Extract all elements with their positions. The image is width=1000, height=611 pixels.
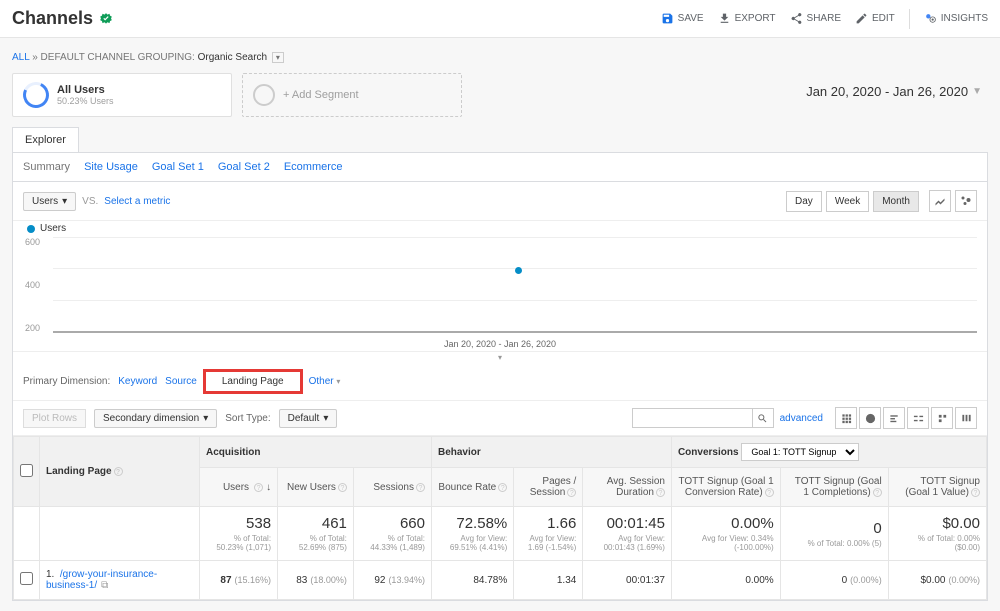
segment-donut-icon xyxy=(19,78,52,111)
table-row: 1. /grow-your-insurance-business-1/⧉ 87(… xyxy=(14,561,987,600)
breadcrumb-all[interactable]: ALL xyxy=(12,52,29,63)
granularity-month[interactable]: Month xyxy=(873,191,919,212)
col-users[interactable]: Users? ↓ xyxy=(200,468,278,507)
granularity-day[interactable]: Day xyxy=(786,191,822,212)
subtab-ecommerce[interactable]: Ecommerce xyxy=(284,161,343,173)
advanced-link[interactable]: advanced xyxy=(780,413,823,424)
data-table: Landing Page? Acquisition Behavior Conve… xyxy=(13,436,987,600)
add-segment-button[interactable]: + Add Segment xyxy=(242,73,462,117)
breadcrumb-dropdown-icon[interactable]: ▾ xyxy=(272,52,284,63)
view-bar-icon[interactable] xyxy=(883,407,905,429)
dimension-landing-page[interactable]: Landing Page xyxy=(214,372,292,391)
legend-dot-icon xyxy=(27,225,35,233)
secondary-metric-selector[interactable]: Select a metric xyxy=(104,196,170,207)
export-button[interactable]: EXPORT xyxy=(718,12,776,25)
totals-row: 538% of Total: 50.23% (1,071) 461% of To… xyxy=(14,507,987,561)
view-comparison-icon[interactable] xyxy=(907,407,929,429)
view-pie-icon[interactable] xyxy=(859,407,881,429)
col-value[interactable]: TOTT Signup (Goal 1 Value)? xyxy=(888,468,986,507)
search-button[interactable] xyxy=(752,408,774,428)
row-checkbox[interactable] xyxy=(20,572,33,585)
subtab-goal2[interactable]: Goal Set 2 xyxy=(218,161,270,173)
page-title: Channels xyxy=(12,8,93,29)
caret-down-icon: ▾ xyxy=(62,196,67,207)
search-input[interactable] xyxy=(632,408,752,428)
insights-button[interactable]: INSIGHTS xyxy=(924,12,988,25)
subtab-goal1[interactable]: Goal Set 1 xyxy=(152,161,204,173)
col-completions[interactable]: TOTT Signup (Goal 1 Completions)? xyxy=(780,468,888,507)
col-sessions[interactable]: Sessions? xyxy=(353,468,431,507)
highlighted-dimension: Landing Page xyxy=(203,369,303,394)
select-all-checkbox[interactable] xyxy=(20,464,33,477)
granularity-week[interactable]: Week xyxy=(826,191,869,212)
chart-line-icon[interactable] xyxy=(929,190,951,212)
dimension-keyword[interactable]: Keyword xyxy=(118,376,157,387)
view-pivot-icon[interactable] xyxy=(931,407,953,429)
col-conv-rate[interactable]: TOTT Signup (Goal 1 Conversion Rate)? xyxy=(671,468,780,507)
dimension-other[interactable]: Other ▾ xyxy=(309,376,341,387)
sort-type-selector[interactable]: Default ▾ xyxy=(279,409,338,428)
tab-explorer[interactable]: Explorer xyxy=(13,128,78,152)
col-pps[interactable]: Pages / Session? xyxy=(514,468,583,507)
goal-selector[interactable]: Goal 1: TOTT Signup xyxy=(741,443,859,461)
date-range-picker[interactable]: Jan 20, 2020 - Jan 26, 2020▼ xyxy=(806,84,982,99)
view-cloud-icon[interactable] xyxy=(955,407,977,429)
expand-handle[interactable]: ▾ xyxy=(13,351,987,363)
col-duration[interactable]: Avg. Session Duration? xyxy=(583,468,672,507)
chart-motion-icon[interactable] xyxy=(955,190,977,212)
edit-button[interactable]: EDIT xyxy=(855,12,895,25)
dimension-source[interactable]: Source xyxy=(165,376,197,387)
caret-down-icon: ▼ xyxy=(972,86,982,97)
data-point[interactable] xyxy=(515,267,522,274)
view-table-icon[interactable] xyxy=(835,407,857,429)
primary-metric-selector[interactable]: Users ▾ xyxy=(23,192,76,211)
plus-circle-icon xyxy=(253,84,275,106)
col-bounce[interactable]: Bounce Rate? xyxy=(431,468,513,507)
chart-area: Users 600 400 200 Jan 20, 2020 - Jan 26,… xyxy=(13,221,987,351)
segment-all-users[interactable]: All Users 50.23% Users xyxy=(12,73,232,117)
sort-down-icon: ↓ xyxy=(266,482,271,493)
save-button[interactable]: SAVE xyxy=(661,12,704,25)
plot-rows-button: Plot Rows xyxy=(23,409,86,428)
subtab-site-usage[interactable]: Site Usage xyxy=(84,161,138,173)
secondary-dimension-selector[interactable]: Secondary dimension ▾ xyxy=(94,409,217,428)
toolbar: SAVE EXPORT SHARE EDIT INSIGHTS xyxy=(661,9,988,29)
share-button[interactable]: SHARE xyxy=(790,12,841,25)
col-new-users[interactable]: New Users? xyxy=(278,468,354,507)
verified-icon xyxy=(99,12,113,26)
subtab-summary[interactable]: Summary xyxy=(23,161,70,173)
breadcrumb: ALL » DEFAULT CHANNEL GROUPING: Organic … xyxy=(12,48,988,69)
external-link-icon[interactable]: ⧉ xyxy=(101,580,108,591)
